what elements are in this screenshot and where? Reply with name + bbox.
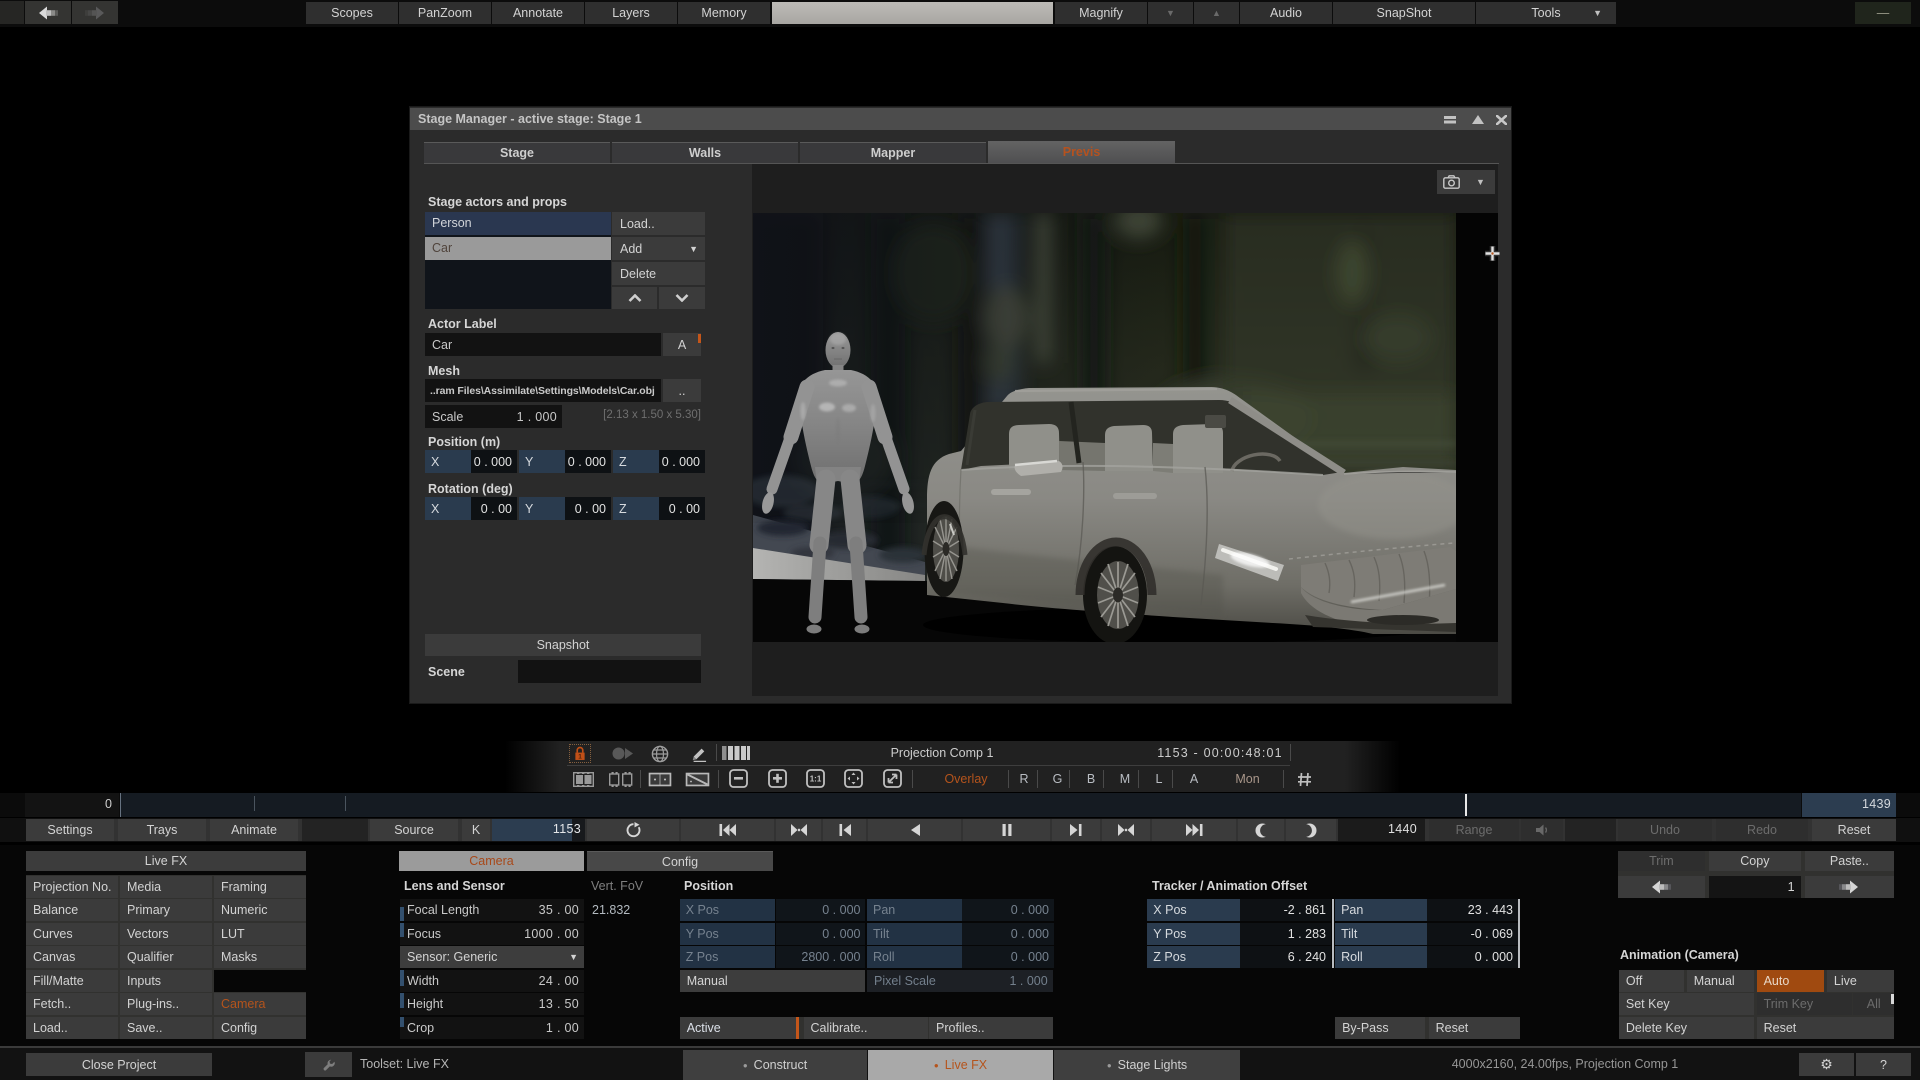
- svg-text:1: 1: [578, 754, 582, 761]
- svg-text:1:1: 1:1: [810, 775, 822, 784]
